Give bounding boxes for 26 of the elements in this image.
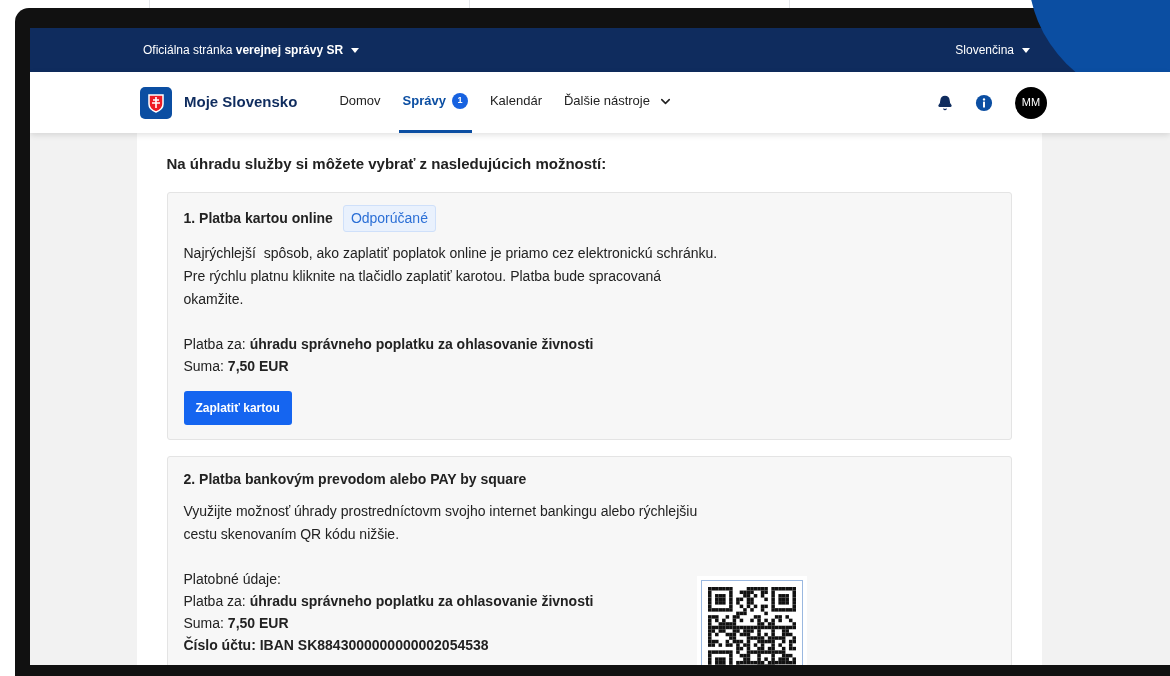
nav-tab[interactable]: Kalendár <box>485 72 546 133</box>
nav-tab[interactable]: Ďalšie nástroje <box>560 72 677 133</box>
payment-detail: Suma: 7,50 EUR <box>183 357 289 374</box>
option-title: 1. Platba kartou online <box>183 208 333 228</box>
pay-by-card-button[interactable]: Zaplatiť kartou <box>183 390 292 425</box>
notifications-button[interactable] <box>937 94 953 111</box>
language-dropdown[interactable]: Slovenčina <box>955 41 1030 59</box>
user-avatar[interactable]: MM <box>1015 86 1047 119</box>
flag-shield-icon <box>140 86 172 119</box>
payment-detail: Platba za: úhradu správneho poplatku za ohlasovanie živnosti <box>183 335 594 352</box>
option-description: Využijte možnosť úhrady prostredníctovm svojho internet bankingu alebo rýchlejšiu cestu skenovaním QR kódu nižšie. <box>183 501 698 544</box>
payment-detail: Číslo účtu: IBAN SK8843000000000002054538 <box>183 636 489 653</box>
nav-tab[interactable]: Domov <box>335 72 385 133</box>
section-heading: Na úhradu služby si môžete vybrať z nasledujúcich možností: <box>166 154 608 174</box>
option-description: Najrýchlejší spôsob, ako zaplatiť poplatok online je priamo cez elektronickú schránku. Pre rýchlu platnu kliknite na tlačidlo zaplatiť karotou. Platba bude spracovaná okamžite. <box>183 243 718 309</box>
official-site-dropdown[interactable]: Oficiálna stránka verejnej správy SR <box>143 41 360 59</box>
logo-link[interactable]: Moje Slovensko <box>140 72 298 133</box>
info-button[interactable] <box>975 93 993 112</box>
payment-detail: Platobné údaje: <box>183 570 281 587</box>
recommended-tag: Odporúčané <box>342 204 436 232</box>
payment-detail: Platba za: úhradu správneho poplatku za ohlasovanie živnosti <box>183 592 594 609</box>
caret-icon <box>351 47 360 53</box>
option-title: 2. Platba bankovým prevodom alebo PAY by square <box>183 469 527 489</box>
payment-detail: Suma: 7,50 EUR <box>183 614 289 631</box>
caret-icon <box>1022 47 1030 53</box>
count-badge: 1 <box>451 93 468 109</box>
